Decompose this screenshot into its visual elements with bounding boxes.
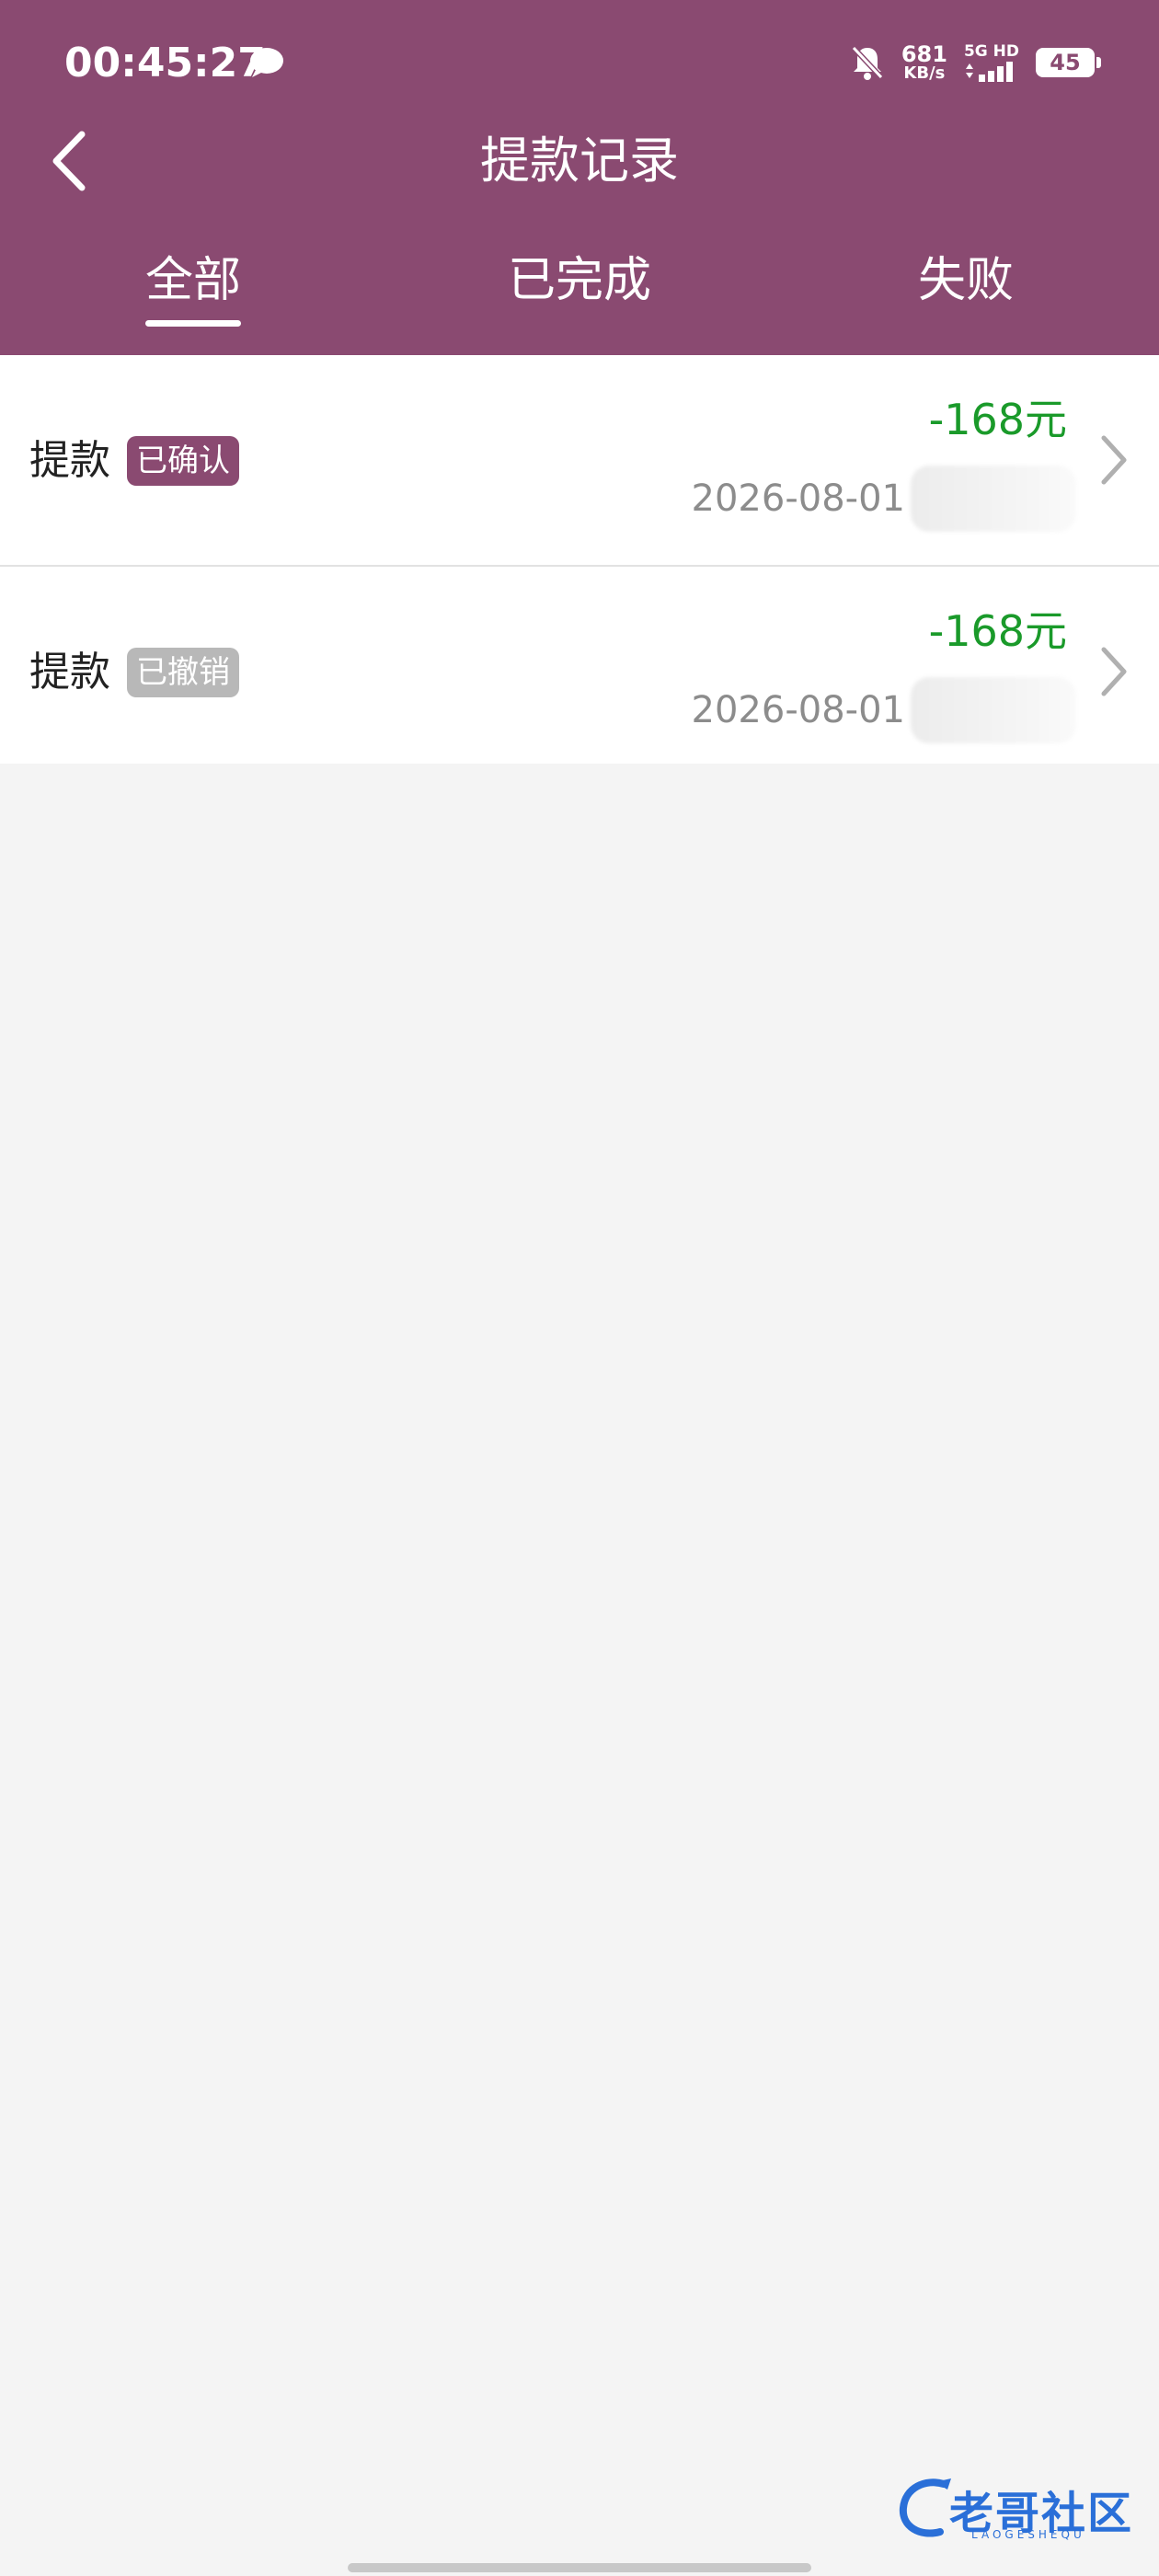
tab-bar: 全部 已完成 失败: [0, 248, 1159, 340]
active-tab-indicator: [145, 320, 241, 327]
status-time: 00:45:27: [64, 39, 266, 86]
tab-failed[interactable]: 失败: [828, 248, 1104, 340]
record-amount: -168元: [928, 395, 1067, 444]
bell-mute-icon: [851, 45, 884, 80]
status-icons: 681 KB/s 5G HD 45: [850, 37, 1101, 88]
chevron-right-icon: [1101, 647, 1127, 696]
chevron-right-icon: [1101, 435, 1127, 485]
app-header: 00:45:27 681 KB/s 5G HD 45 提款记录 全部 已完成 失…: [0, 0, 1159, 355]
record-type: 提款: [29, 437, 110, 484]
status-badge-confirmed: 已确认: [127, 436, 239, 486]
withdrawal-record-list: 提款 已确认 -168元 2026-08-01 提款 已撤销 -168元 202…: [0, 355, 1159, 764]
chat-bubble-icon: [250, 48, 283, 77]
tab-all[interactable]: 全部: [55, 248, 331, 340]
tab-completed-label: 已完成: [507, 253, 651, 308]
tab-failed-label: 失败: [917, 253, 1014, 308]
watermark-subtext: LAOGESHEQU: [971, 2528, 1085, 2541]
record-row[interactable]: 提款 已撤销 -168元 2026-08-01: [0, 565, 1159, 764]
tab-completed[interactable]: 已完成: [442, 248, 717, 340]
redacted-time: [911, 677, 1076, 743]
signal-label: 5G HD: [963, 41, 1019, 61]
redacted-time: [911, 466, 1076, 532]
cellular-signal: 5G HD: [963, 41, 1019, 82]
network-speed: 681 KB/s: [901, 43, 947, 82]
home-indicator[interactable]: [348, 2563, 811, 2572]
battery-indicator: 45: [1036, 48, 1101, 77]
record-date: 2026-08-01: [691, 689, 905, 731]
net-speed-unit: KB/s: [903, 63, 946, 83]
watermark-logo: 老哥社区 LAOGESHEQU: [898, 2475, 1146, 2541]
record-type: 提款: [29, 649, 110, 696]
record-date: 2026-08-01: [691, 477, 905, 520]
net-speed-value: 681: [901, 41, 947, 67]
tab-all-label: 全部: [144, 253, 241, 308]
signal-bars-icon: [965, 61, 1013, 82]
record-amount: -168元: [928, 606, 1067, 656]
status-badge-cancelled: 已撤销: [127, 648, 239, 697]
page-title: 提款记录: [480, 132, 679, 190]
record-row[interactable]: 提款 已确认 -168元 2026-08-01: [0, 355, 1159, 565]
